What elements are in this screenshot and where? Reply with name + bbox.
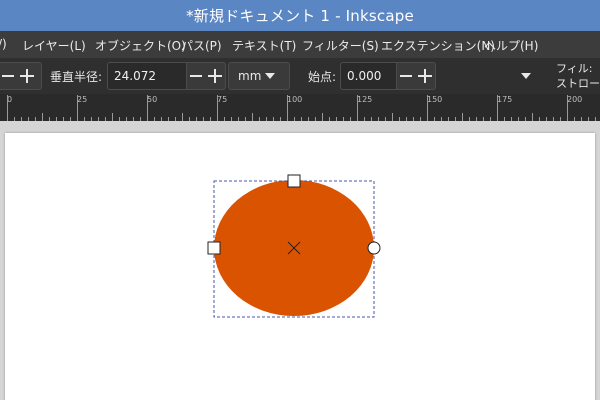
ruler-tick (7, 95, 8, 121)
ry-input[interactable]: 24.072 (107, 62, 187, 90)
menu-item-extra[interactable]: /) (0, 37, 7, 51)
ruler-label: 50 (147, 95, 158, 104)
ruler-tick (287, 95, 288, 121)
canvas-area[interactable] (0, 121, 600, 400)
unit-dropdown[interactable]: mm (228, 62, 290, 90)
window-titlebar: *新規ドキュメント 1 - Inkscape (0, 0, 600, 31)
plus-icon[interactable] (20, 69, 34, 83)
ruler-label: 125 (357, 95, 373, 104)
menu-item-object[interactable]: オブジェクト(O) (95, 37, 186, 54)
ruler-label: 75 (217, 95, 228, 104)
minus-icon[interactable] (400, 75, 412, 77)
menu-item-path[interactable]: パス(P) (181, 37, 222, 54)
ruler-tick (322, 113, 323, 121)
arc-start-handle[interactable] (367, 241, 381, 255)
rx-stepper[interactable] (0, 62, 42, 90)
ruler-tick (497, 95, 498, 121)
ry-stepper[interactable] (186, 62, 226, 90)
unit-value: mm (238, 69, 262, 83)
ruler-label: 200 (567, 95, 583, 104)
menu-item-extensions[interactable]: エクステンション(N) (381, 37, 495, 54)
menu-item-text[interactable]: テキスト(T) (232, 37, 296, 54)
plus-icon[interactable] (208, 69, 222, 83)
toolbar-overflow-icon[interactable] (521, 73, 531, 79)
ruler-label: 25 (77, 95, 88, 104)
ruler-label: 100 (287, 95, 303, 104)
ruler-label: 175 (497, 95, 513, 104)
menubar: /) レイヤー(L) オブジェクト(O) パス(P) テキスト(T) フィルター… (0, 31, 600, 58)
menu-item-help[interactable]: ヘルプ(H) (484, 37, 538, 54)
ruler-tick (112, 113, 113, 121)
minus-icon[interactable] (190, 75, 202, 77)
horizontal-ruler[interactable]: 0 25 50 75 100 125 150 175 200 (0, 94, 600, 121)
fill-label: フィル: (556, 62, 593, 75)
dropdown-triangle-icon (265, 73, 276, 79)
ry-handle[interactable] (287, 174, 301, 188)
start-stepper[interactable] (396, 62, 436, 90)
ruler-tick (77, 95, 78, 121)
ruler-tick (567, 95, 568, 121)
minus-icon[interactable] (2, 75, 14, 77)
menu-item-filter[interactable]: フィルター(S) (302, 37, 379, 54)
menu-item-layer[interactable]: レイヤー(L) (22, 37, 86, 54)
start-input[interactable]: 0.000 (340, 62, 398, 90)
rx-handle[interactable] (207, 241, 221, 255)
window-title: *新規ドキュメント 1 - Inkscape (186, 7, 414, 25)
ruler-tick (42, 113, 43, 121)
drawing-layer[interactable] (0, 121, 600, 400)
tool-controls-bar: 垂直半径: 24.072 mm 始点: 0.000 フィル: ストローク: (0, 58, 600, 94)
ruler-label: 150 (427, 95, 443, 104)
ruler-tick (147, 95, 148, 121)
ruler-tick (217, 95, 218, 121)
ruler-tick (182, 113, 183, 121)
plus-icon[interactable] (418, 69, 432, 83)
ruler-tick (532, 113, 533, 121)
ruler-tick (462, 113, 463, 121)
ry-label: 垂直半径: (50, 70, 103, 84)
ruler-tick (392, 113, 393, 121)
ruler-tick (357, 95, 358, 121)
ruler-tick (252, 113, 253, 121)
stroke-label: ストローク: (556, 77, 600, 94)
ruler-tick (427, 95, 428, 121)
start-label: 始点: (308, 70, 337, 84)
